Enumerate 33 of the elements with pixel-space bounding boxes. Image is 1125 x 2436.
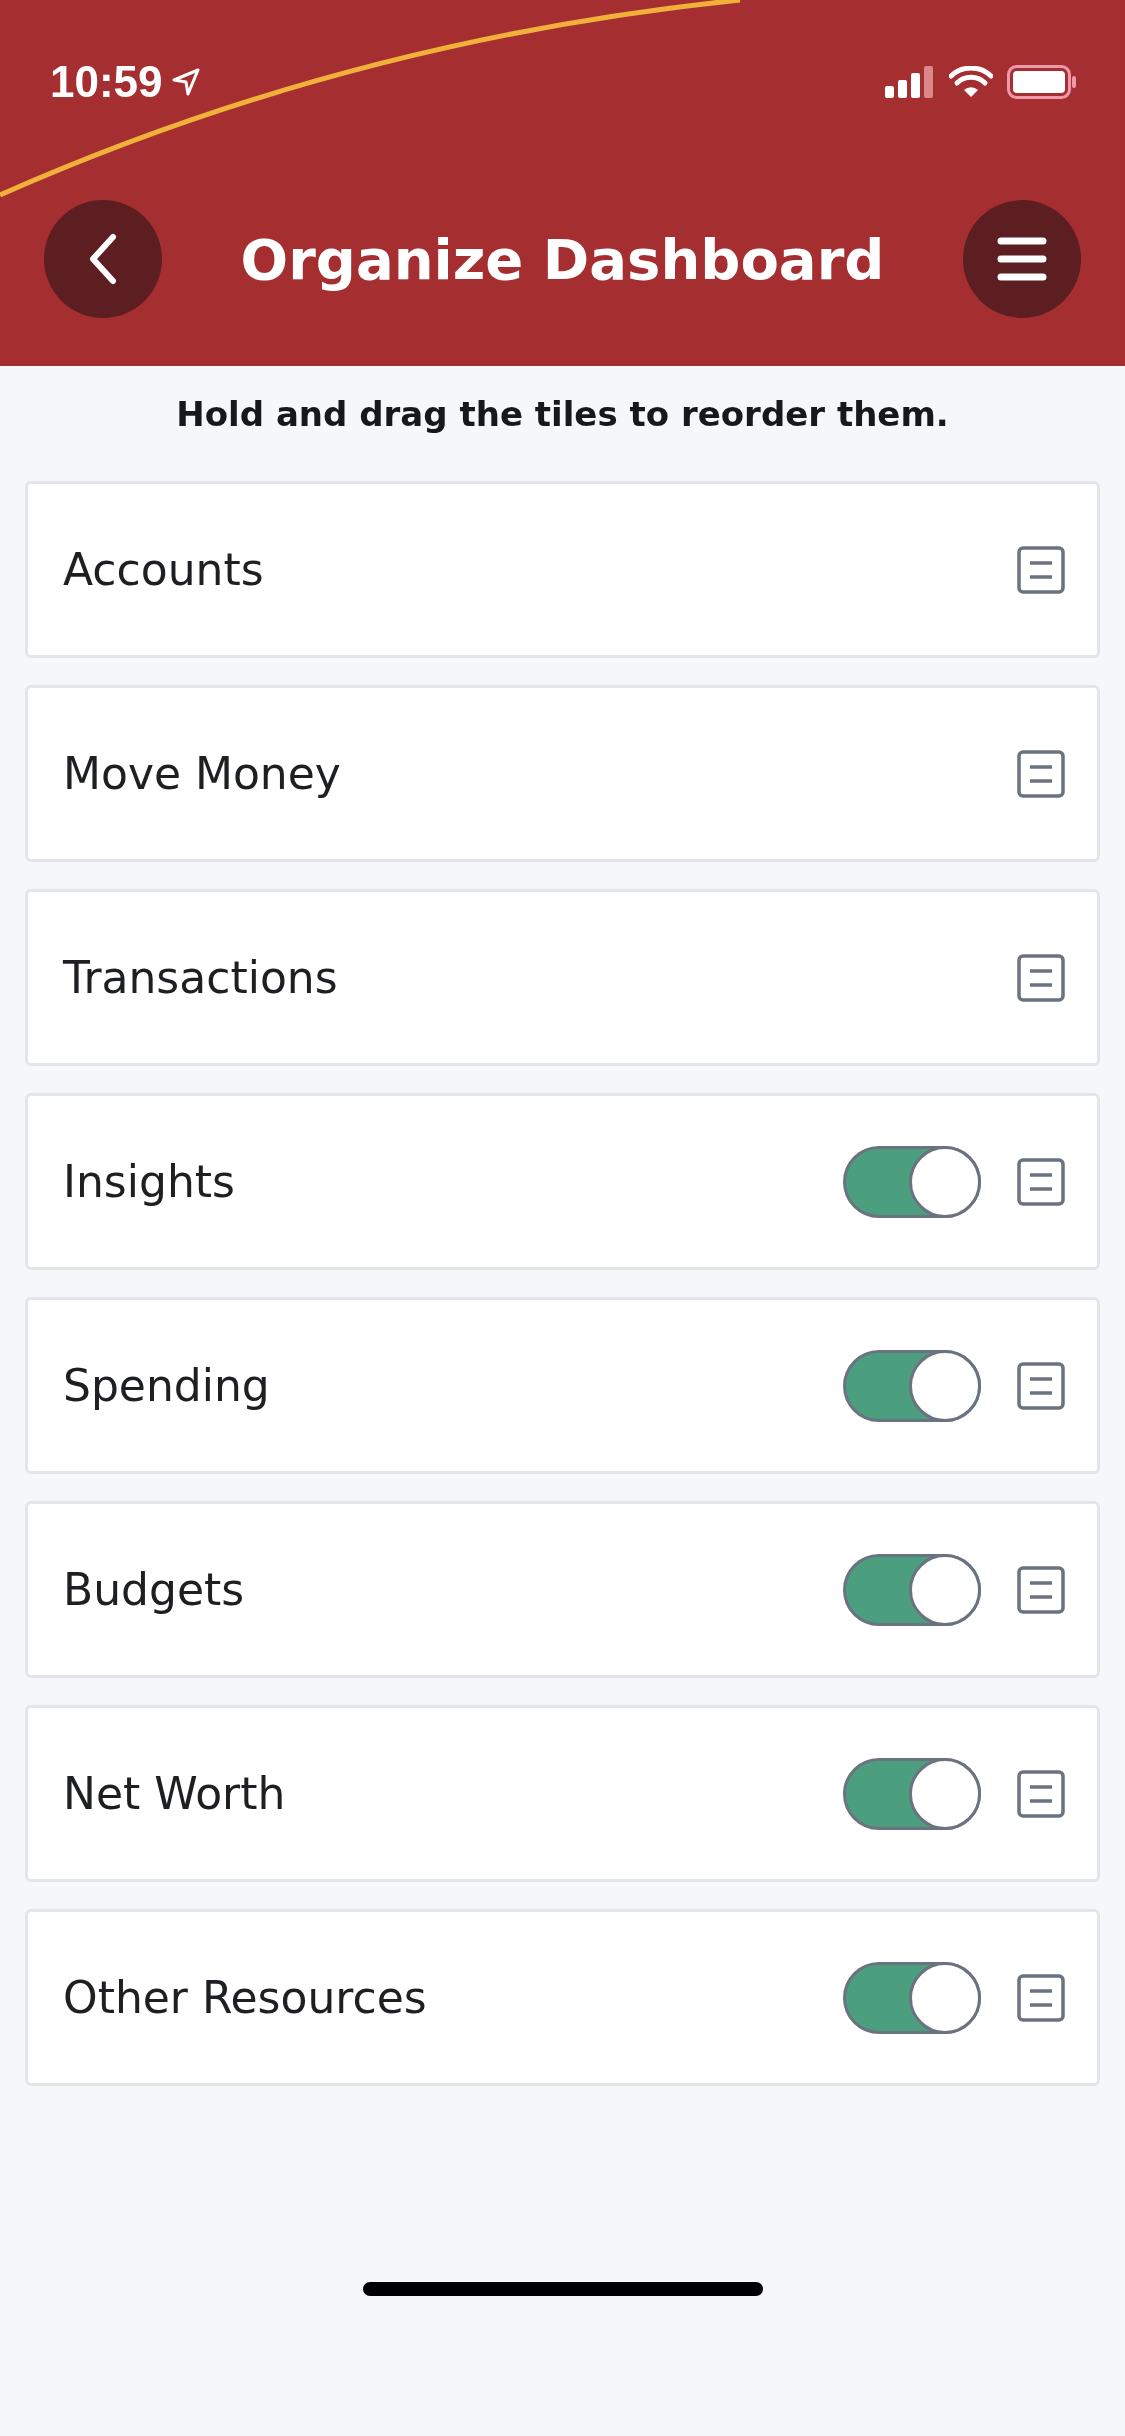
wifi-icon [949,66,993,98]
tile-label: Transactions [63,952,339,1003]
drag-handle-icon[interactable] [1017,749,1065,798]
battery-icon [1007,65,1077,99]
drag-handle-icon[interactable] [1017,1769,1065,1818]
dashboard-tile[interactable]: Transactions [25,889,1100,1066]
drag-handle-icon[interactable] [1017,1157,1065,1206]
drag-handle-icon[interactable] [1017,1361,1065,1410]
drag-handle-icon[interactable] [1017,953,1065,1002]
dashboard-tile[interactable]: Other Resources [25,1909,1100,2086]
page-title: Organize Dashboard [240,226,885,292]
dashboard-tile[interactable]: Accounts [25,481,1100,658]
drag-handle-icon[interactable] [1017,545,1065,594]
signal-icon [885,66,935,98]
dashboard-tile[interactable]: Insights [25,1093,1100,1270]
status-time: 10:59 [50,57,163,107]
location-arrow-icon [170,67,201,97]
instruction-text: Hold and drag the tiles to reorder them. [175,394,950,434]
dashboard-tile[interactable]: Budgets [25,1501,1100,1678]
dashboard-tile[interactable]: Spending [25,1297,1100,1474]
tile-label: Accounts [63,544,265,595]
tile-label: Budgets [63,1564,246,1615]
dashboard-tile[interactable]: Move Money [25,685,1100,862]
dashboard-tile[interactable]: Net Worth [25,1705,1100,1882]
tile-label: Move Money [63,748,342,799]
tile-label: Net Worth [63,1768,287,1819]
menu-icon [997,237,1047,281]
tile-label: Insights [63,1156,236,1207]
back-chevron-icon [88,233,118,285]
drag-handle-icon[interactable] [1017,1973,1065,2022]
tile-label: Other Resources [63,1972,428,2023]
drag-handle-icon[interactable] [1017,1565,1065,1614]
tile-label: Spending [63,1360,271,1411]
